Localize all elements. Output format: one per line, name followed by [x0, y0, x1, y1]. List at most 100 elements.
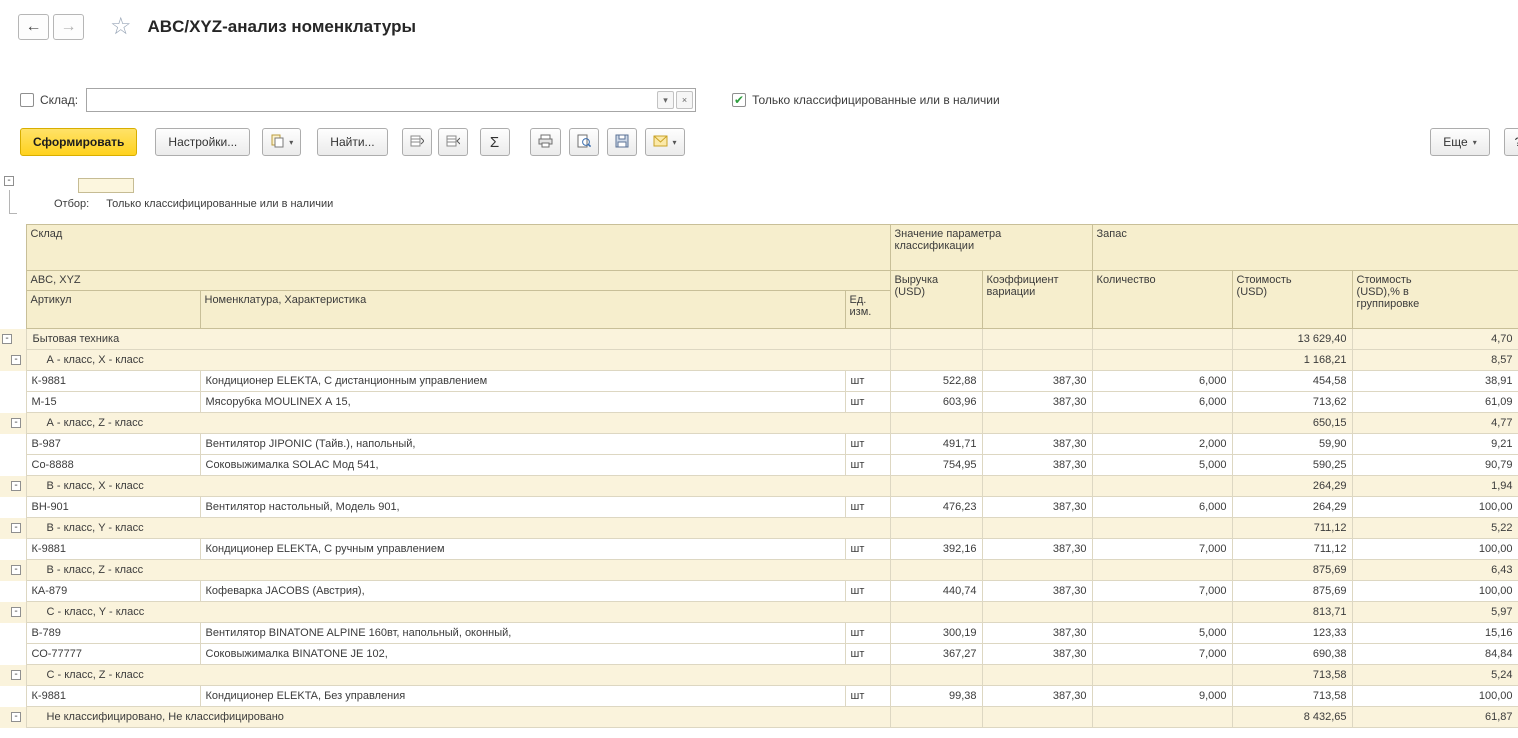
more-button[interactable]: Еще ▾	[1430, 128, 1490, 156]
cost-pct-cell[interactable]: 5,22	[1352, 518, 1518, 539]
collapse-group-icon[interactable]: -	[11, 712, 21, 722]
artikul-cell[interactable]: В-987	[26, 434, 200, 455]
group-title-cell[interactable]: Бытовая техника	[26, 329, 890, 350]
cost-pct-cell[interactable]: 5,97	[1352, 602, 1518, 623]
cost-cell[interactable]: 713,58	[1232, 686, 1352, 707]
save-button[interactable]	[607, 128, 637, 156]
collapse-group-icon[interactable]: -	[11, 670, 21, 680]
group-title-cell[interactable]: В - класс, Y - класс	[26, 518, 890, 539]
revenue-cell[interactable]	[890, 413, 982, 434]
revenue-cell[interactable]: 300,19	[890, 623, 982, 644]
copy-dropdown-button[interactable]: ▾	[262, 128, 301, 156]
cost-cell[interactable]: 713,58	[1232, 665, 1352, 686]
nomenclature-cell[interactable]: Кондиционер ELEKTA, С дистанционным упра…	[200, 371, 845, 392]
sum-button[interactable]: Σ	[480, 128, 510, 156]
group-title-cell[interactable]: А - класс, Х - класс	[26, 350, 890, 371]
revenue-cell[interactable]: 440,74	[890, 581, 982, 602]
revenue-cell[interactable]	[890, 665, 982, 686]
revenue-cell[interactable]: 476,23	[890, 497, 982, 518]
find-button[interactable]: Найти...	[317, 128, 387, 156]
unit-cell[interactable]: шт	[845, 686, 890, 707]
revenue-cell[interactable]	[890, 602, 982, 623]
cost-pct-cell[interactable]: 6,43	[1352, 560, 1518, 581]
group-title-cell[interactable]: С - класс, Y - класс	[26, 602, 890, 623]
cost-cell[interactable]: 123,33	[1232, 623, 1352, 644]
variation-cell[interactable]	[982, 518, 1092, 539]
variation-cell[interactable]	[982, 329, 1092, 350]
revenue-cell[interactable]: 367,27	[890, 644, 982, 665]
nomenclature-cell[interactable]: Вентилятор BINATONE ALPINE 160вт, наполь…	[200, 623, 845, 644]
revenue-cell[interactable]: 754,95	[890, 455, 982, 476]
unit-cell[interactable]: шт	[845, 434, 890, 455]
collapse-group-icon[interactable]: -	[11, 523, 21, 533]
cost-pct-cell[interactable]: 61,87	[1352, 707, 1518, 728]
variation-cell[interactable]	[982, 560, 1092, 581]
variation-cell[interactable]: 387,30	[982, 623, 1092, 644]
cost-cell[interactable]: 875,69	[1232, 581, 1352, 602]
cost-pct-cell[interactable]: 84,84	[1352, 644, 1518, 665]
quantity-cell[interactable]: 7,000	[1092, 581, 1232, 602]
quantity-cell[interactable]: 2,000	[1092, 434, 1232, 455]
group-title-cell[interactable]: А - класс, Z - класс	[26, 413, 890, 434]
back-button[interactable]: ←	[18, 14, 49, 40]
variation-cell[interactable]: 387,30	[982, 497, 1092, 518]
artikul-cell[interactable]: КА-879	[26, 581, 200, 602]
quantity-cell[interactable]	[1092, 350, 1232, 371]
cost-pct-cell[interactable]: 90,79	[1352, 455, 1518, 476]
revenue-cell[interactable]	[890, 560, 982, 581]
settings-button[interactable]: Настройки...	[155, 128, 250, 156]
quantity-cell[interactable]: 6,000	[1092, 392, 1232, 413]
classified-checkbox[interactable]: ✔	[732, 93, 746, 107]
variation-cell[interactable]	[982, 707, 1092, 728]
warehouse-input[interactable]	[87, 90, 657, 110]
nomenclature-cell[interactable]: Кондиционер ELEKTA, Без управления	[200, 686, 845, 707]
variation-cell[interactable]: 387,30	[982, 581, 1092, 602]
collapse-group-icon[interactable]: -	[11, 418, 21, 428]
quantity-cell[interactable]: 6,000	[1092, 371, 1232, 392]
quantity-cell[interactable]: 9,000	[1092, 686, 1232, 707]
report-corner-cell[interactable]	[78, 178, 134, 193]
nomenclature-cell[interactable]: Кофеварка JACOBS (Австрия),	[200, 581, 845, 602]
artikul-cell[interactable]: СО-77777	[26, 644, 200, 665]
cost-cell[interactable]: 454,58	[1232, 371, 1352, 392]
cost-pct-cell[interactable]: 4,70	[1352, 329, 1518, 350]
cost-cell[interactable]: 59,90	[1232, 434, 1352, 455]
cost-pct-cell[interactable]: 8,57	[1352, 350, 1518, 371]
variation-cell[interactable]	[982, 413, 1092, 434]
forward-button[interactable]: →	[53, 14, 84, 40]
revenue-cell[interactable]: 522,88	[890, 371, 982, 392]
group-title-cell[interactable]: В - класс, Х - класс	[26, 476, 890, 497]
cost-cell[interactable]: 8 432,65	[1232, 707, 1352, 728]
revenue-cell[interactable]: 99,38	[890, 686, 982, 707]
nomenclature-cell[interactable]: Соковыжималка SOLAC Мод 541,	[200, 455, 845, 476]
cost-pct-cell[interactable]: 1,94	[1352, 476, 1518, 497]
revenue-cell[interactable]	[890, 350, 982, 371]
warehouse-dropdown-button[interactable]: ▾	[657, 91, 674, 109]
variation-cell[interactable]: 387,30	[982, 392, 1092, 413]
group-title-cell[interactable]: Не классифицировано, Не классифицировано	[26, 707, 890, 728]
revenue-cell[interactable]	[890, 476, 982, 497]
cost-pct-cell[interactable]: 9,21	[1352, 434, 1518, 455]
cost-pct-cell[interactable]: 100,00	[1352, 539, 1518, 560]
collapse-group-icon[interactable]: -	[11, 565, 21, 575]
nomenclature-cell[interactable]: Соковыжималка BINATONE JE 102,	[200, 644, 845, 665]
expand-groups-button[interactable]	[402, 128, 432, 156]
artikul-cell[interactable]: Со-8888	[26, 455, 200, 476]
unit-cell[interactable]: шт	[845, 497, 890, 518]
artikul-cell[interactable]: К-9881	[26, 539, 200, 560]
variation-cell[interactable]: 387,30	[982, 434, 1092, 455]
nomenclature-cell[interactable]: Вентилятор JIPONIC (Тайв.), напольный,	[200, 434, 845, 455]
print-button[interactable]	[530, 128, 561, 156]
quantity-cell[interactable]	[1092, 413, 1232, 434]
cost-pct-cell[interactable]: 100,00	[1352, 581, 1518, 602]
quantity-cell[interactable]	[1092, 560, 1232, 581]
cost-cell[interactable]: 264,29	[1232, 497, 1352, 518]
unit-cell[interactable]: шт	[845, 455, 890, 476]
quantity-cell[interactable]: 7,000	[1092, 539, 1232, 560]
variation-cell[interactable]: 387,30	[982, 686, 1092, 707]
cost-pct-cell[interactable]: 61,09	[1352, 392, 1518, 413]
generate-button[interactable]: Сформировать	[20, 128, 137, 156]
quantity-cell[interactable]	[1092, 665, 1232, 686]
cost-cell[interactable]: 875,69	[1232, 560, 1352, 581]
quantity-cell[interactable]	[1092, 329, 1232, 350]
